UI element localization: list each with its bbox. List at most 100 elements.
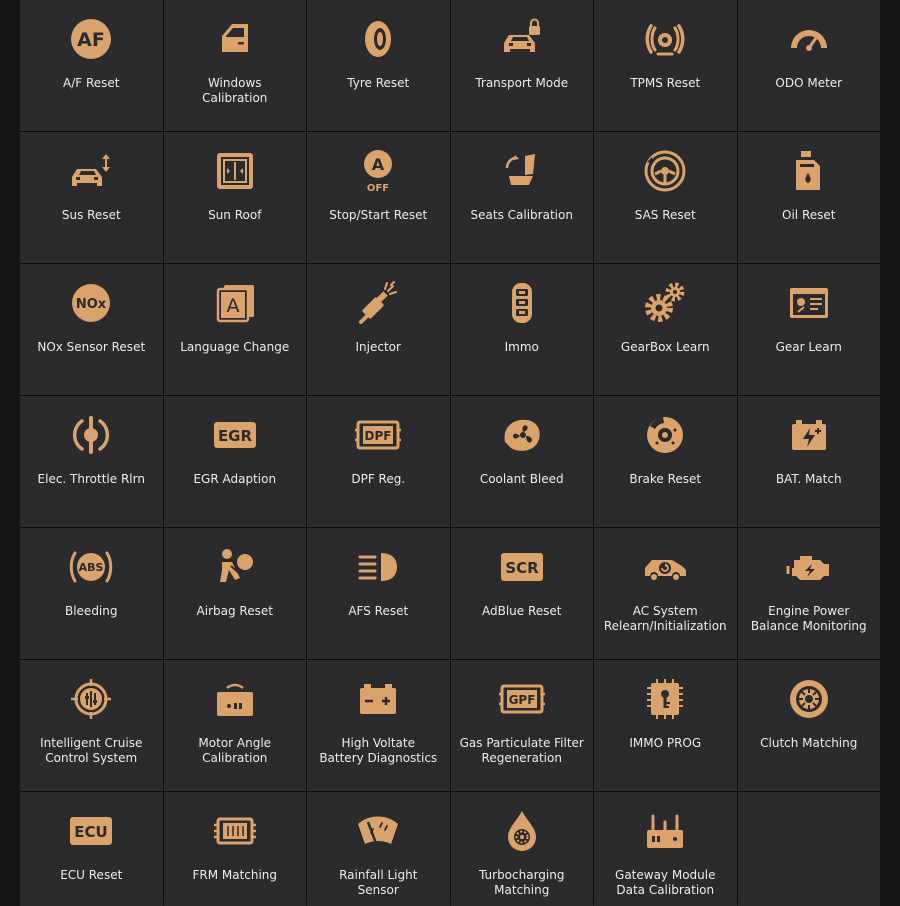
tile-label: Airbag Reset bbox=[196, 604, 273, 618]
tile-label: Oil Reset bbox=[782, 208, 836, 222]
car-key-icon bbox=[499, 280, 545, 326]
tile-adblue-reset[interactable]: SCR AdBlue Reset bbox=[450, 528, 593, 659]
tile-afs-reset[interactable]: AFS Reset bbox=[307, 528, 450, 659]
tile-airbag-reset[interactable]: Airbag Reset bbox=[163, 528, 306, 659]
tile-label: GearBox Learn bbox=[620, 340, 710, 354]
frm-module-icon bbox=[212, 808, 258, 854]
svg-text:SCR: SCR bbox=[505, 559, 539, 577]
tile-rainfall-light-sensor[interactable]: Rainfall Light Sensor bbox=[307, 792, 450, 906]
tile-ac-system-relearn[interactable]: AC System Relearn/Initialization bbox=[594, 528, 737, 659]
tile-label: Immo bbox=[504, 340, 539, 354]
tile-label: A/F Reset bbox=[63, 76, 120, 90]
svg-text:EGR: EGR bbox=[218, 427, 253, 445]
airbag-icon bbox=[212, 544, 258, 590]
tile-high-voltage-battery[interactable]: High Voltate Battery Diagnostics bbox=[307, 660, 450, 791]
sunroof-icon bbox=[212, 148, 258, 194]
tile-windows-calibration[interactable]: Windows Calibration bbox=[163, 0, 306, 131]
car-lock-icon bbox=[499, 16, 545, 62]
tile-nox-sensor-reset[interactable]: NOx NOx Sensor Reset bbox=[20, 264, 163, 395]
tile-sus-reset[interactable]: Sus Reset bbox=[20, 132, 163, 263]
tile-label: Clutch Matching bbox=[760, 736, 858, 750]
turbo-icon bbox=[499, 808, 545, 854]
tile-gearbox-learn[interactable]: GearBox Learn bbox=[594, 264, 737, 395]
tile-frm-matching[interactable]: FRM Matching bbox=[163, 792, 306, 906]
tile-tpms-reset[interactable]: TPMS Reset bbox=[594, 0, 737, 131]
headlight-icon bbox=[355, 544, 401, 590]
tile-label: AC System Relearn/Initialization bbox=[603, 604, 727, 633]
scr-badge-icon: SCR bbox=[499, 544, 545, 590]
brake-disc-icon bbox=[642, 412, 688, 458]
car-door-window-icon bbox=[212, 16, 258, 62]
tile-label: Bleeding bbox=[64, 604, 118, 618]
tile-immo-prog[interactable]: IMMO PROG bbox=[594, 660, 737, 791]
tile-label: Turbocharging Matching bbox=[479, 868, 565, 897]
tile-transport-mode[interactable]: Transport Mode bbox=[450, 0, 593, 131]
tile-label: EGR Adaption bbox=[193, 472, 277, 486]
tile-egr-adaption[interactable]: EGR EGR Adaption bbox=[163, 396, 306, 527]
tile-gear-learn[interactable]: Gear Learn bbox=[737, 264, 880, 395]
tile-motor-angle-calibration[interactable]: Motor Angle Calibration bbox=[163, 660, 306, 791]
tile-turbocharging-matching[interactable]: Turbocharging Matching bbox=[450, 792, 593, 906]
tile-coolant-bleed[interactable]: Coolant Bleed bbox=[450, 396, 593, 527]
tile-label: High Voltate Battery Diagnostics bbox=[319, 736, 438, 765]
throttle-icon bbox=[68, 412, 114, 458]
tile-stop-start-reset[interactable]: A OFF Stop/Start Reset bbox=[307, 132, 450, 263]
tile-ecu-reset[interactable]: ECU ECU Reset bbox=[20, 792, 163, 906]
engine-icon bbox=[786, 544, 832, 590]
tile-intelligent-cruise-control[interactable]: Intelligent Cruise Control System bbox=[20, 660, 163, 791]
tile-odo-meter[interactable]: ODO Meter bbox=[737, 0, 880, 131]
svg-text:DPF: DPF bbox=[365, 429, 392, 443]
auto-stop-start-icon: A OFF bbox=[355, 148, 401, 194]
coolant-fan-icon bbox=[499, 412, 545, 458]
tile-label: Transport Mode bbox=[475, 76, 569, 90]
language-icon: A bbox=[212, 280, 258, 326]
tile-label: Sus Reset bbox=[61, 208, 121, 222]
tile-label: TPMS Reset bbox=[630, 76, 701, 90]
tile-label: Elec. Throttle Rlrn bbox=[37, 472, 145, 486]
tile-label: AdBlue Reset bbox=[481, 604, 562, 618]
clutch-icon bbox=[786, 676, 832, 722]
empty-tile bbox=[737, 792, 880, 906]
tile-tyre-reset[interactable]: Tyre Reset bbox=[307, 0, 450, 131]
tile-language-change[interactable]: A Language Change bbox=[163, 264, 306, 395]
tile-clutch-matching[interactable]: Clutch Matching bbox=[737, 660, 880, 791]
tile-bleeding[interactable]: ABS Bleeding bbox=[20, 528, 163, 659]
function-grid: AF A/F Reset Windows Calibration Tyre Re… bbox=[20, 0, 880, 906]
tile-brake-reset[interactable]: Brake Reset bbox=[594, 396, 737, 527]
tile-dpf-reg[interactable]: DPF DPF Reg. bbox=[307, 396, 450, 527]
gear-learn-icon bbox=[786, 280, 832, 326]
tile-label: Brake Reset bbox=[629, 472, 702, 486]
speedometer-icon bbox=[786, 16, 832, 62]
tile-gas-particulate-filter[interactable]: GPF Gas Particulate Filter Regeneration bbox=[450, 660, 593, 791]
wiper-icon bbox=[355, 808, 401, 854]
tile-immo[interactable]: Immo bbox=[450, 264, 593, 395]
car-ac-icon bbox=[642, 544, 688, 590]
cruise-control-icon bbox=[68, 676, 114, 722]
tile-seats-calibration[interactable]: Seats Calibration bbox=[450, 132, 593, 263]
svg-text:ECU: ECU bbox=[75, 823, 108, 841]
tile-gateway-module[interactable]: Gateway Module Data Calibration bbox=[594, 792, 737, 906]
svg-text:A: A bbox=[226, 295, 239, 317]
tile-af-reset[interactable]: AF A/F Reset bbox=[20, 0, 163, 131]
tile-bat-match[interactable]: BAT. Match bbox=[737, 396, 880, 527]
tile-label: Motor Angle Calibration bbox=[198, 736, 272, 765]
tile-label: IMMO PROG bbox=[629, 736, 702, 750]
nox-badge-icon: NOx bbox=[68, 280, 114, 326]
tile-label: Sun Roof bbox=[208, 208, 262, 222]
tile-elec-throttle-rlrn[interactable]: Elec. Throttle Rlrn bbox=[20, 396, 163, 527]
ecu-badge-icon: ECU bbox=[68, 808, 114, 854]
svg-text:OFF: OFF bbox=[367, 183, 389, 194]
tile-label: Gas Particulate Filter Regeneration bbox=[459, 736, 584, 765]
tile-label: Windows Calibration bbox=[202, 76, 268, 105]
tile-injector[interactable]: Injector bbox=[307, 264, 450, 395]
tile-sas-reset[interactable]: SAS Reset bbox=[594, 132, 737, 263]
tile-engine-power-balance[interactable]: Engine Power Balance Monitoring bbox=[737, 528, 880, 659]
tile-label: SAS Reset bbox=[634, 208, 696, 222]
tile-sun-roof[interactable]: Sun Roof bbox=[163, 132, 306, 263]
tile-label: Injector bbox=[355, 340, 401, 354]
af-badge-icon: AF bbox=[68, 16, 114, 62]
tile-label: Gear Learn bbox=[775, 340, 842, 354]
steering-wheel-icon bbox=[642, 148, 688, 194]
tile-oil-reset[interactable]: Oil Reset bbox=[737, 132, 880, 263]
tile-label: ECU Reset bbox=[60, 868, 123, 882]
